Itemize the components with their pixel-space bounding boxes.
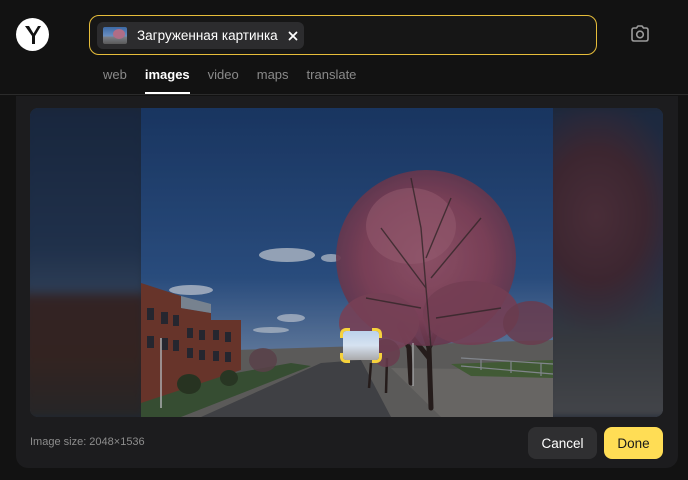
tab-images[interactable]: images [144, 67, 190, 94]
crop-handle-top-left[interactable] [340, 328, 350, 338]
crop-selection[interactable] [340, 328, 382, 363]
search-field[interactable]: Загруженная картинка [89, 15, 597, 55]
uploaded-photo[interactable] [141, 108, 553, 417]
uploaded-image-chip[interactable]: Загруженная картинка [97, 22, 304, 49]
search-tabs: web images video maps translate [103, 67, 374, 95]
tab-maps[interactable]: maps [257, 67, 289, 94]
image-thumbnail-icon [103, 27, 127, 44]
cancel-button[interactable]: Cancel [528, 427, 597, 459]
logo-y-icon [24, 25, 41, 44]
close-icon[interactable] [286, 29, 300, 43]
image-size-label: Image size: 2048×1536 [30, 436, 145, 448]
camera-search-button[interactable] [626, 20, 654, 48]
crop-handle-top-right[interactable] [372, 328, 382, 338]
right-shade [553, 108, 663, 417]
crop-handle-bottom-right[interactable] [372, 353, 382, 363]
tab-web[interactable]: web [103, 67, 127, 94]
photo-scene [141, 108, 553, 417]
image-viewer[interactable] [30, 108, 663, 417]
crop-handle-bottom-left[interactable] [340, 353, 350, 363]
tab-video[interactable]: video [208, 67, 239, 94]
header-divider [0, 94, 688, 95]
left-shade [30, 108, 141, 417]
yandex-logo[interactable] [16, 18, 49, 51]
camera-icon [631, 25, 649, 42]
done-button[interactable]: Done [604, 427, 663, 459]
chip-label: Загруженная картинка [137, 28, 278, 43]
tab-translate[interactable]: translate [307, 67, 357, 94]
